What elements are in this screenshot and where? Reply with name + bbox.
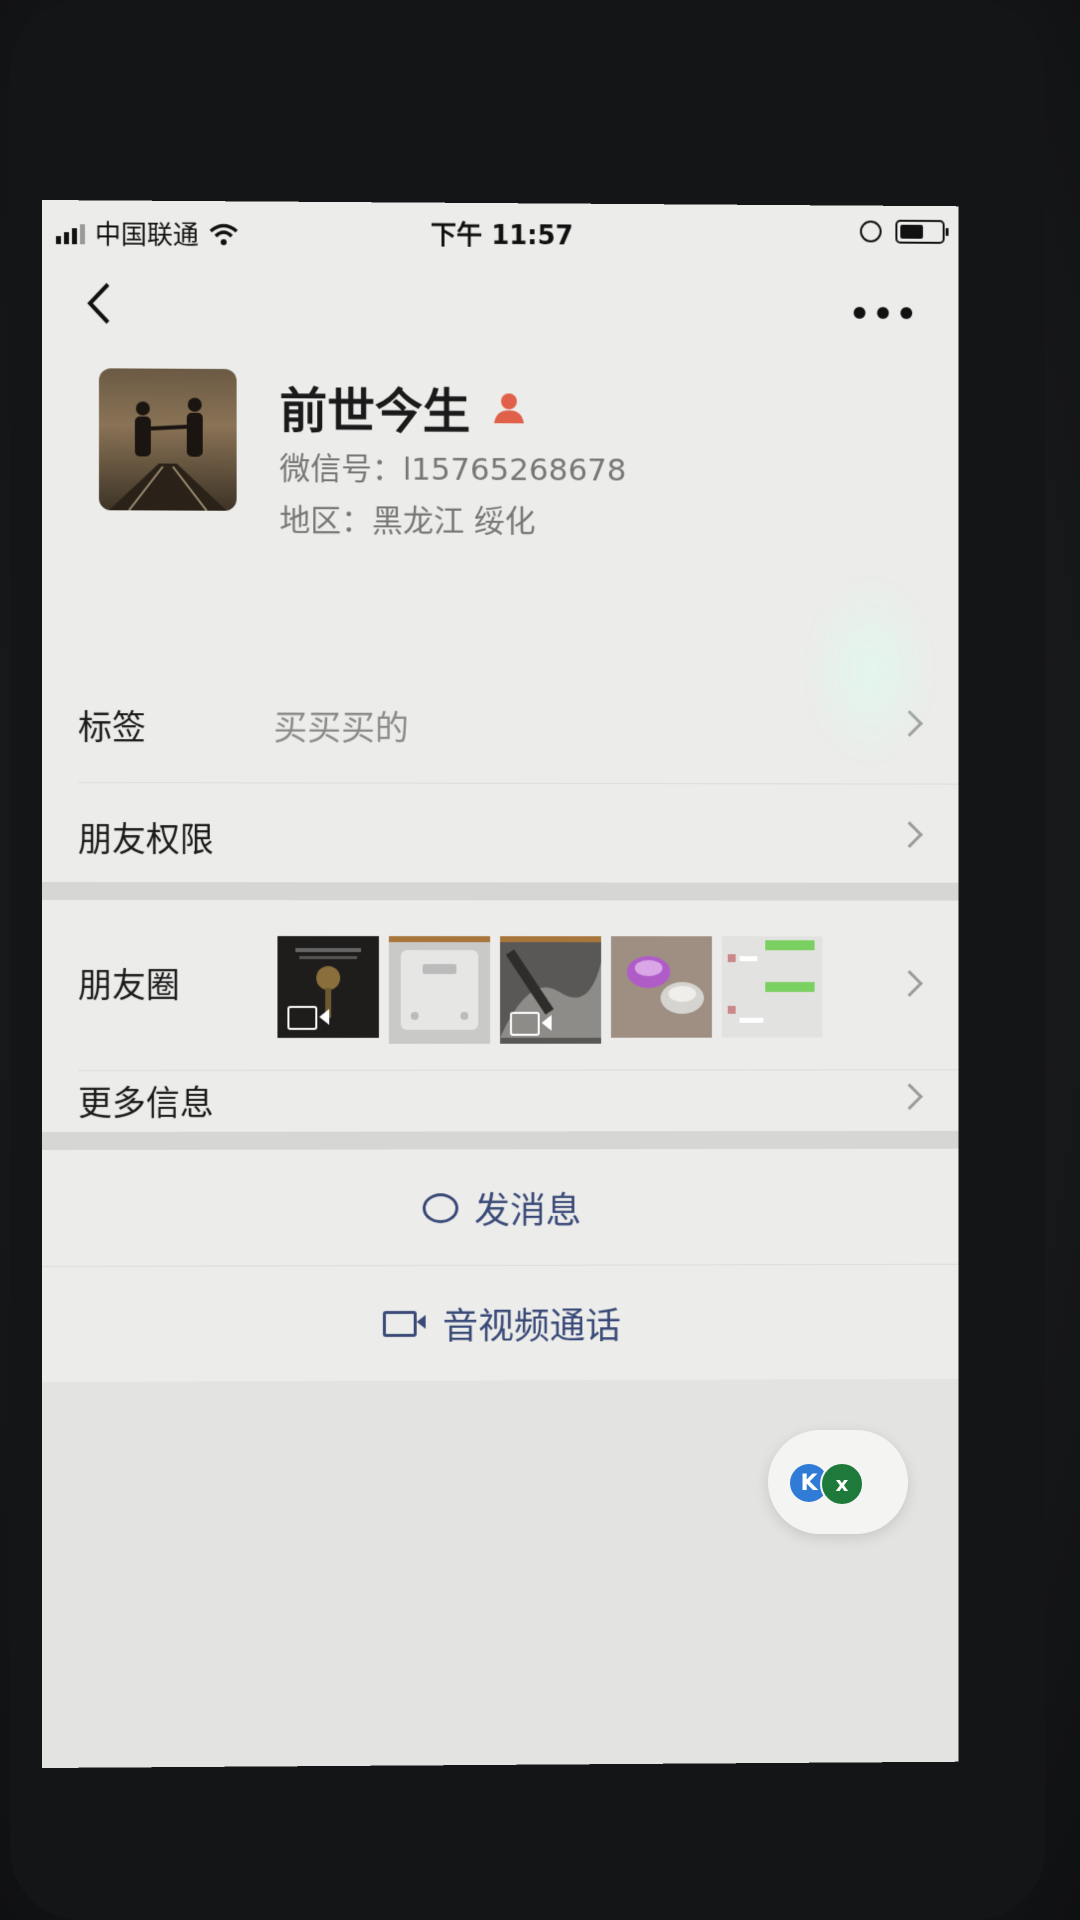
video-camera-icon [383,1311,417,1337]
moments-section: 朋友圈 更多信息 [42,900,958,1132]
back-icon[interactable] [80,278,120,328]
tags-value: 买买买的 [273,701,408,750]
status-right [860,219,945,243]
person-icon [492,390,526,424]
moments-thumbnails [277,936,822,1044]
profile-header: 前世今生 微信号：l15765268678 地区：黑龙江 绥化 [42,350,958,623]
wechat-id: 微信号：l15765268678 [279,443,626,489]
video-call-label: 音视频通话 [442,1297,620,1349]
permissions-row[interactable]: 朋友权限 [42,784,958,883]
avatar[interactable] [99,368,237,510]
video-icon [287,1006,317,1030]
rotation-lock-icon [860,220,882,242]
avatar-image [99,368,237,510]
floating-assistant-widget[interactable]: K x [768,1430,908,1534]
tags-label: 标签 [78,700,146,749]
more-info-row[interactable]: 更多信息 [42,1071,958,1132]
tags-row[interactable]: 标签 买买买的 [42,672,958,774]
video-call-button[interactable]: 音视频通话 [42,1266,958,1382]
section-gap [42,1131,958,1150]
phone-frame: 中国联通 下午 11:57 ••• 前世今生 微信号：l15765268678 … [0,0,1080,1920]
status-time: 下午 11:57 [42,212,958,255]
send-message-button[interactable]: 发消息 [42,1151,958,1266]
chevron-right-icon [896,1083,922,1110]
region: 地区：黑龙江 绥化 [279,495,535,541]
moment-thumb [500,936,601,1044]
more-info-label: 更多信息 [78,1076,214,1125]
video-icon [510,1012,540,1036]
moment-thumb [389,936,490,1044]
permissions-label: 朋友权限 [78,812,214,861]
x-badge-icon: x [820,1462,864,1506]
send-message-label: 发消息 [474,1182,581,1234]
chevron-right-icon [896,970,922,997]
moment-thumb [277,936,378,1038]
more-options-button[interactable]: ••• [849,295,919,335]
battery-icon [895,220,944,244]
section-gap [42,882,958,901]
status-bar: 中国联通 下午 11:57 [42,200,958,266]
moments-label: 朋友圈 [78,958,180,1007]
chevron-right-icon [896,821,922,848]
actions-section: 发消息 音视频通话 [42,1149,958,1382]
contact-name: 前世今生 [279,371,470,442]
moment-thumb [611,936,712,1037]
moments-row[interactable]: 朋友圈 [42,900,958,1070]
chevron-right-icon [896,710,922,737]
settings-section: 标签 买买买的 朋友权限 [42,620,958,883]
chat-bubble-icon [423,1193,459,1223]
name-row: 前世今生 [279,371,525,442]
nav-bar: ••• [42,260,958,355]
moment-thumb [722,936,823,1037]
